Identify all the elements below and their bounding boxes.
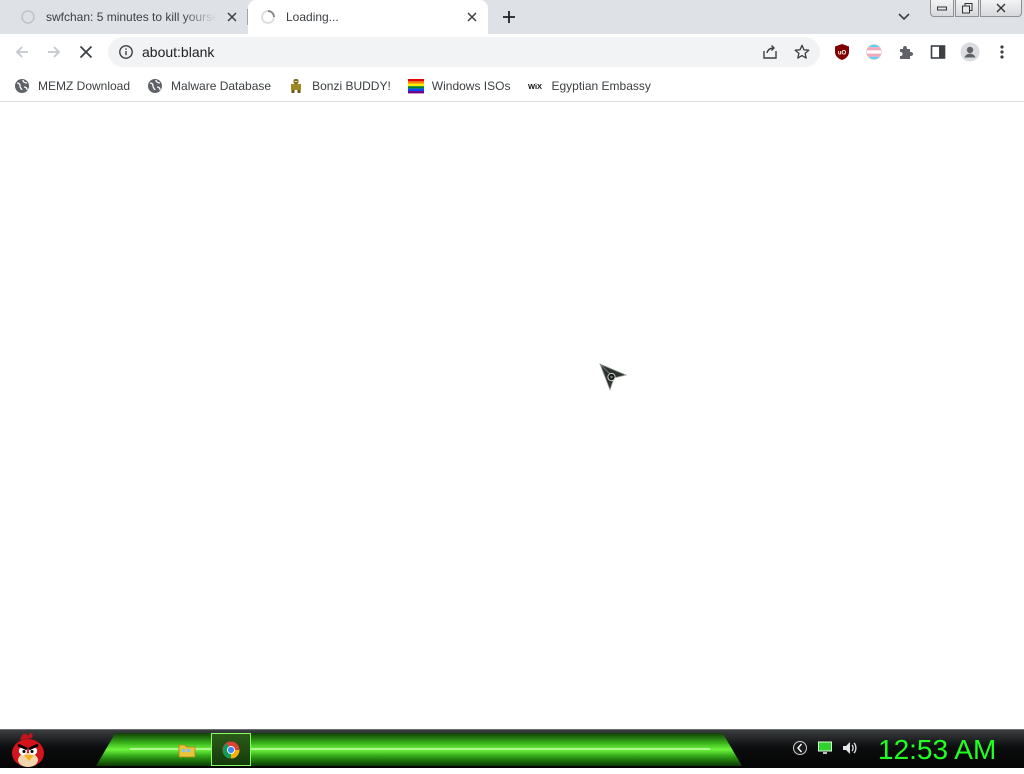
puzzle-piece-icon[interactable] [892,38,920,66]
minimize-button[interactable] [930,0,954,17]
globe-icon [14,78,30,94]
chevron-down-icon [898,13,910,21]
close-tab-icon[interactable] [224,9,240,25]
bookmarks-bar: MEMZ Download Malware Database Bonzi BUD… [0,70,1024,102]
side-panel-icon[interactable] [924,38,952,66]
rainbow-flag-icon [407,78,424,94]
bookmark-label: Egyptian Embassy [551,78,651,93]
bookmark-malware-database[interactable]: Malware Database [147,73,271,99]
tab-strip: swfchan: 5 minutes to kill yourself Load… [0,0,1024,34]
tab-loading[interactable]: Loading... [248,0,488,34]
bookmark-label: Windows ISOs [431,78,511,93]
bookmark-egyptian-embassy[interactable]: WiX Egyptian Embassy [527,73,650,99]
restore-button[interactable] [955,0,979,17]
new-tab-button[interactable] [498,6,520,28]
chrome-taskbar-icon[interactable] [211,733,251,766]
back-button[interactable] [8,38,36,66]
blank-page-icon [20,9,36,25]
mouse-cursor-icon [598,362,628,392]
bookmark-windows-isos[interactable]: Windows ISOs [407,73,511,99]
close-icon [79,45,93,59]
volume-icon[interactable] [839,738,859,758]
bookmark-bonzi-buddy[interactable]: Bonzi BUDDY! [288,73,391,99]
tab-search-button[interactable] [895,8,913,26]
trans-flag-extension-icon[interactable] [860,38,888,66]
tab-title: swfchan: 5 minutes to kill yourself [46,10,216,24]
address-bar[interactable]: about:blank [108,37,820,67]
close-icon [996,3,1006,13]
ublock-origin-icon[interactable]: uO [828,38,856,66]
bookmark-star-icon[interactable] [792,42,812,62]
close-window-button[interactable] [980,0,1022,17]
kebab-menu-icon[interactable] [988,38,1016,66]
stop-button[interactable] [72,38,100,66]
restore-icon [961,2,972,13]
url-text[interactable]: about:blank [142,44,214,60]
info-icon[interactable] [118,44,134,60]
arrow-left-icon [15,46,28,58]
close-tab-icon[interactable] [464,9,480,25]
share-icon[interactable] [760,42,780,62]
file-explorer-taskbar-icon[interactable] [167,733,207,766]
loading-spinner-icon [260,9,276,25]
taskbar-clock[interactable]: 12:53 AM [878,732,996,768]
bonzi-icon [288,78,304,94]
network-icon[interactable] [815,738,835,758]
bookmark-label: Malware Database [171,78,272,93]
svg-text:WiX: WiX [528,82,542,91]
svg-text:uO: uO [838,51,847,57]
page-content-blank[interactable] [0,103,1024,729]
bookmark-label: MEMZ Download [38,78,131,93]
arrow-right-icon [48,46,61,58]
profile-avatar-icon[interactable] [956,38,984,66]
tab-title: Loading... [286,10,339,24]
bookmark-label: Bonzi BUDDY! [312,78,391,93]
taskbar: 12:53 AM [0,729,1024,768]
tab-swfchan[interactable]: swfchan: 5 minutes to kill yourself [8,0,248,34]
start-button-angry-bird-icon[interactable] [6,730,50,769]
window-controls [929,0,1022,18]
plus-icon [503,11,515,23]
wix-icon: WiX [527,78,543,94]
minimize-icon [937,6,947,11]
bookmark-memz-download[interactable]: MEMZ Download [14,73,130,99]
browser-toolbar: about:blank uO [0,34,1024,70]
globe-icon [147,78,163,94]
tray-app-icon[interactable] [790,738,810,758]
forward-button[interactable] [40,38,68,66]
